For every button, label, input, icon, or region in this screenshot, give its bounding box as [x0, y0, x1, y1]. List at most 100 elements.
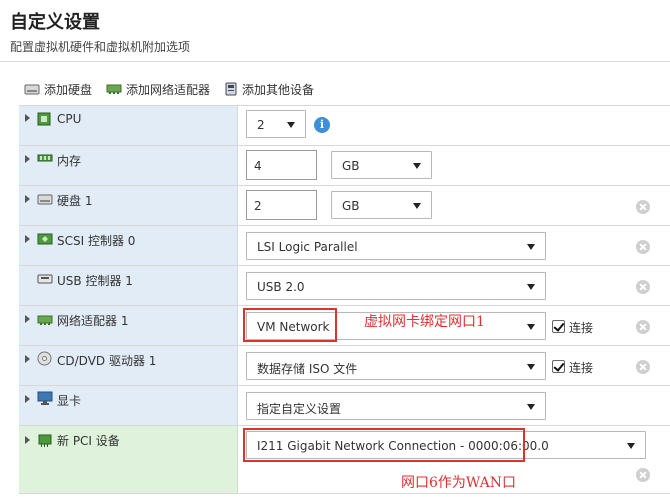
scsi-type-value: LSI Logic Parallel	[257, 240, 358, 254]
row-memory-label-cell: 内存	[19, 146, 238, 185]
expand-caret-icon[interactable]	[25, 315, 30, 323]
hardware-table: CPU 2 i 内存 4 GB 硬盘 1 2 GB SCSI 控制器 0 LSI…	[19, 105, 670, 494]
scsi-type-select[interactable]: LSI Logic Parallel	[246, 232, 546, 260]
nic-connect-checkbox[interactable]	[552, 320, 565, 333]
row-network-adapter: 网络适配器 1 VM Network 虚拟网卡绑定网口1 连接	[19, 306, 670, 346]
disk-unit-value: GB	[342, 199, 360, 213]
network-card-icon	[106, 84, 122, 94]
nic-connect-label: 连接	[569, 321, 594, 335]
add-disk-label: 添加硬盘	[44, 82, 93, 97]
chevron-down-icon	[627, 443, 635, 449]
usb-icon	[37, 274, 53, 284]
row-disk-label-cell: 硬盘 1	[19, 186, 238, 225]
page-title: 自定义设置	[10, 12, 100, 33]
expand-caret-icon[interactable]	[25, 155, 30, 163]
chevron-down-icon	[527, 284, 535, 290]
expand-caret-icon[interactable]	[25, 355, 30, 363]
annotation-text: 网口6作为WAN口	[401, 475, 516, 491]
expand-caret-icon[interactable]	[25, 235, 30, 243]
remove-cdrom-icon[interactable]	[636, 360, 650, 374]
row-cpu-label: CPU	[57, 112, 82, 126]
row-cdrom: CD/DVD 驱动器 1 数据存储 ISO 文件 连接	[19, 346, 670, 386]
memory-size-input[interactable]: 4	[246, 150, 317, 180]
expand-caret-icon[interactable]	[25, 195, 30, 203]
cdrom-source-value: 数据存储 ISO 文件	[257, 362, 358, 376]
row-cdrom-label: CD/DVD 驱动器 1	[57, 354, 157, 368]
display-config-value: 指定自定义设置	[257, 402, 342, 416]
row-display-label-cell: 显卡	[19, 386, 238, 425]
add-other-device-button[interactable]: 添加其他设备	[224, 81, 314, 98]
cdrom-source-select[interactable]: 数据存储 ISO 文件	[246, 352, 546, 380]
highlight-box	[243, 428, 525, 462]
scsi-icon	[37, 233, 53, 245]
chevron-down-icon	[527, 324, 535, 330]
annotation-text: 虚拟网卡绑定网口1	[364, 314, 485, 330]
monitor-icon	[37, 391, 53, 405]
add-network-adapter-button[interactable]: 添加网络适配器	[106, 81, 210, 98]
cdrom-icon	[37, 351, 52, 366]
highlight-box	[243, 308, 337, 342]
row-cpu-label-cell: CPU	[19, 106, 238, 145]
add-other-device-label: 添加其他设备	[242, 82, 315, 97]
cdrom-connect-checkbox[interactable]	[552, 360, 565, 373]
usb-type-select[interactable]: USB 2.0	[246, 272, 546, 300]
usb-type-value: USB 2.0	[257, 280, 305, 294]
chevron-down-icon	[413, 163, 421, 169]
remove-usb-icon[interactable]	[636, 280, 650, 294]
row-network-adapter-label-cell: 网络适配器 1	[19, 306, 238, 345]
row-pci-device-label-cell: 新 PCI 设备	[19, 426, 238, 493]
expand-caret-icon[interactable]	[25, 395, 30, 403]
remove-scsi-icon[interactable]	[636, 240, 650, 254]
cpu-count-select[interactable]: 2	[246, 110, 306, 138]
row-disk: 硬盘 1 2 GB	[19, 186, 670, 226]
memory-size-value: 4	[254, 159, 262, 173]
row-usb: USB 控制器 1 USB 2.0	[19, 266, 670, 306]
row-pci-device: 新 PCI 设备 I211 Gigabit Network Connection…	[19, 426, 670, 494]
pci-icon	[38, 434, 52, 447]
network-card-icon	[37, 315, 53, 325]
cdrom-connect-label: 连接	[569, 361, 594, 375]
page-subtitle: 配置虚拟机硬件和虚拟机附加选项	[10, 40, 191, 54]
remove-disk-icon[interactable]	[636, 200, 650, 214]
chip-icon	[37, 112, 51, 126]
expand-caret-icon[interactable]	[25, 114, 30, 122]
disk-size-input[interactable]: 2	[246, 190, 317, 220]
row-disk-label: 硬盘 1	[57, 194, 93, 208]
remove-nic-icon[interactable]	[636, 320, 650, 334]
row-usb-label-cell: USB 控制器 1	[19, 266, 238, 305]
row-network-adapter-label: 网络适配器 1	[57, 314, 129, 328]
row-pci-device-label: 新 PCI 设备	[57, 434, 120, 448]
disk-icon	[37, 194, 53, 205]
row-memory: 内存 4 GB	[19, 146, 670, 186]
display-config-select[interactable]: 指定自定义设置	[246, 392, 546, 420]
row-cpu: CPU 2 i	[19, 106, 670, 146]
cpu-count-value: 2	[257, 118, 265, 132]
row-scsi-label: SCSI 控制器 0	[57, 234, 136, 248]
memory-unit-value: GB	[342, 159, 360, 173]
chevron-down-icon	[413, 203, 421, 209]
device-icon	[225, 82, 237, 96]
memory-icon	[37, 154, 53, 162]
chevron-down-icon	[527, 364, 535, 370]
remove-pci-icon[interactable]	[636, 468, 650, 482]
chevron-down-icon	[287, 122, 295, 128]
expand-caret-icon[interactable]	[25, 436, 30, 444]
add-disk-button[interactable]: 添加硬盘	[24, 81, 92, 98]
row-cdrom-label-cell: CD/DVD 驱动器 1	[19, 346, 238, 385]
row-display-label: 显卡	[57, 394, 82, 408]
chevron-down-icon	[527, 244, 535, 250]
chevron-down-icon	[527, 404, 535, 410]
toolbar: 添加硬盘 添加网络适配器 添加其他设备	[24, 80, 328, 98]
disk-icon	[24, 84, 40, 95]
header-divider	[0, 61, 670, 62]
disk-unit-select[interactable]: GB	[331, 191, 432, 219]
row-scsi: SCSI 控制器 0 LSI Logic Parallel	[19, 226, 670, 266]
row-memory-label: 内存	[57, 154, 82, 168]
row-scsi-label-cell: SCSI 控制器 0	[19, 226, 238, 265]
row-display: 显卡 指定自定义设置	[19, 386, 670, 426]
info-icon[interactable]: i	[314, 117, 330, 133]
row-usb-label: USB 控制器 1	[57, 274, 133, 288]
disk-size-value: 2	[254, 199, 262, 213]
add-network-adapter-label: 添加网络适配器	[126, 82, 211, 97]
memory-unit-select[interactable]: GB	[331, 151, 432, 179]
